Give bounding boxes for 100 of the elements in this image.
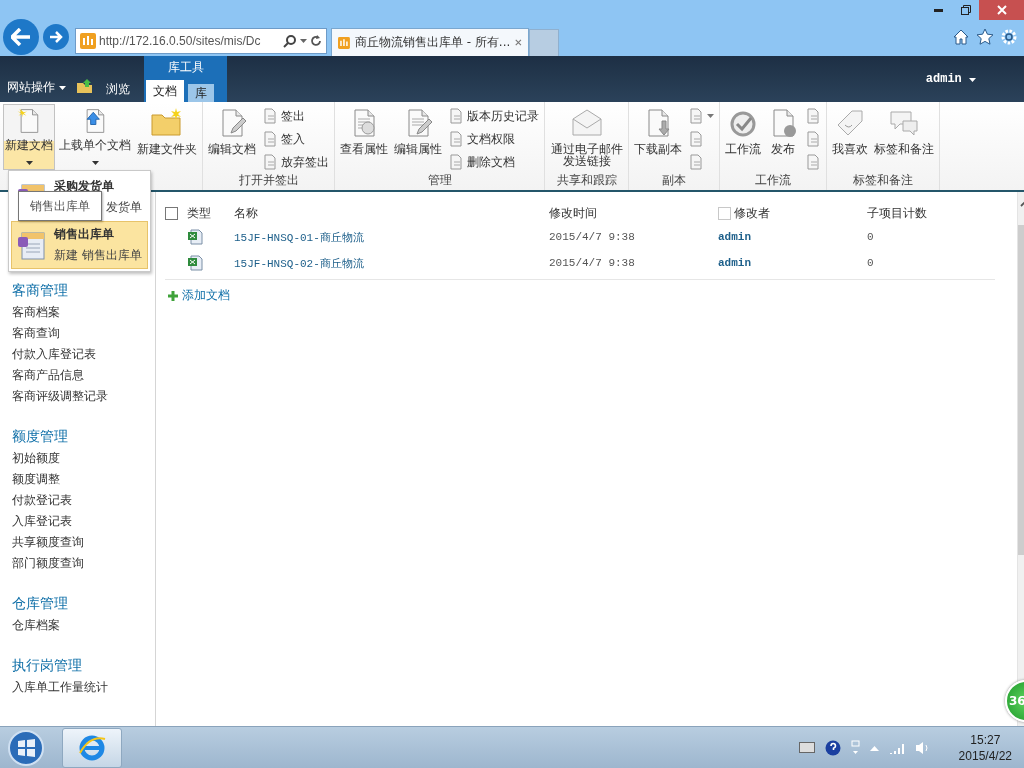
nav-link[interactable]: 入库登记表	[12, 513, 155, 534]
home-icon[interactable]	[952, 28, 970, 46]
document-icon	[448, 108, 464, 124]
nav-link[interactable]: 付款登记表	[12, 492, 155, 513]
column-checkbox[interactable]	[718, 206, 731, 220]
document-link[interactable]: 15JF-HNSQ-01-商丘物流	[234, 229, 364, 245]
caret-icon	[59, 85, 66, 90]
back-button[interactable]	[3, 19, 39, 55]
add-document-link[interactable]: 添加文档	[168, 287, 230, 304]
user-menu[interactable]: admin	[925, 72, 976, 86]
caret-icon	[91, 161, 99, 165]
keyboard-icon[interactable]	[798, 742, 815, 753]
group-label: 打开并签出	[237, 172, 300, 190]
table-cell: 2015/4/7 9:38	[549, 231, 635, 243]
ribbon-button[interactable]: 签入	[260, 129, 331, 149]
select-all-checkbox[interactable]	[165, 206, 178, 220]
nav-link[interactable]: 客商档案	[12, 304, 155, 325]
help-icon[interactable]	[824, 739, 841, 756]
user-link[interactable]: admin	[718, 257, 751, 269]
caret-icon	[300, 39, 307, 43]
column-header[interactable]: 类型	[187, 202, 234, 224]
document-icon	[805, 154, 822, 170]
ribbon-button[interactable]: 签出	[260, 106, 331, 126]
form-icon	[16, 229, 48, 261]
settings-icon[interactable]	[1000, 28, 1018, 46]
ribbon-tab[interactable]: 浏览	[106, 81, 130, 102]
ribbon-button[interactable]: 新建文档	[3, 104, 55, 170]
minimize-icon	[934, 8, 943, 12]
ribbon-button[interactable]: 查看属性	[338, 104, 390, 170]
document-icon	[262, 108, 278, 124]
ribbon-button[interactable]: 发布	[765, 104, 802, 170]
column-header[interactable]: 子项目计数	[867, 202, 1017, 224]
ribbon-button[interactable]: 编辑属性	[392, 104, 444, 170]
nav-link[interactable]: 额度调整	[12, 471, 155, 492]
column-header[interactable]: 修改时间	[549, 202, 718, 224]
nav-link[interactable]: 客商评级调整记录	[12, 388, 155, 409]
ribbon-button[interactable]: 下载副本	[632, 104, 685, 170]
taskbar-browser-button[interactable]	[62, 727, 122, 768]
site-actions-menu[interactable]: 网站操作	[0, 79, 66, 102]
document-icon	[262, 131, 278, 147]
ribbon-tab[interactable]: 库	[188, 84, 214, 102]
close-icon[interactable]	[515, 38, 522, 47]
caret-icon	[969, 78, 976, 82]
site-icon	[80, 33, 96, 49]
ribbon-button[interactable]: 放弃签出	[260, 152, 331, 172]
ribbon-button[interactable]: 标签和备注	[872, 104, 937, 170]
document-icon	[688, 154, 705, 170]
restore-icon	[960, 5, 971, 15]
ribbon-tab[interactable]: 文档	[146, 80, 184, 102]
nav-link[interactable]: 共享额度查询	[12, 534, 155, 555]
nav-link[interactable]: 部门额度查询	[12, 555, 155, 576]
signal-icon[interactable]	[888, 741, 905, 754]
document-icon	[688, 108, 705, 124]
start-button[interactable]	[6, 727, 46, 768]
ribbon-button[interactable]: 文档权限	[446, 129, 541, 149]
column-header[interactable]: 修改者	[718, 202, 867, 224]
ribbon-button[interactable]: 编辑文档	[206, 104, 258, 170]
document-link[interactable]: 15JF-HNSQ-02-商丘物流	[234, 255, 364, 271]
spreadsheet-file-icon	[187, 255, 203, 271]
ribbon-button[interactable]: 上载单个文档	[57, 104, 133, 170]
ribbon-button[interactable]: 版本历史记录	[446, 106, 541, 126]
column-header[interactable]: 名称	[234, 202, 549, 224]
document-icon	[448, 131, 464, 147]
close-button[interactable]	[979, 0, 1024, 20]
context-group-label: 库工具	[144, 56, 227, 78]
browser-tab[interactable]: 商丘物流销售出库单 - 所有...	[331, 28, 529, 56]
nav-link[interactable]: 付款入库登记表	[12, 346, 155, 367]
caret-icon	[707, 114, 715, 118]
folder-icon	[150, 107, 184, 139]
speaker-icon[interactable]	[914, 740, 931, 755]
document-icon	[805, 131, 822, 147]
nav-link[interactable]: 仓库档案	[12, 617, 155, 638]
nav-heading[interactable]: 额度管理	[12, 428, 155, 450]
nav-link[interactable]: 客商产品信息	[12, 367, 155, 388]
nav-heading[interactable]: 客商管理	[12, 282, 155, 304]
ribbon-button[interactable]: 删除文档	[446, 152, 541, 172]
table-cell: 0	[867, 231, 874, 243]
search-icon	[283, 34, 297, 48]
forward-button[interactable]	[43, 24, 69, 50]
star-icon[interactable]	[976, 28, 994, 46]
folder-up-icon[interactable]	[76, 78, 94, 94]
address-bar[interactable]: http://172.16.0.50/sites/mis/Dc	[75, 28, 327, 54]
clock[interactable]: 15:27 2015/4/22	[958, 731, 1012, 764]
document-icon	[688, 131, 705, 147]
table-cell: 0	[867, 257, 874, 269]
nav-link[interactable]: 入库单工作量统计	[12, 679, 155, 700]
ribbon-button[interactable]: 新建文件夹	[135, 104, 199, 170]
nav-heading[interactable]: 仓库管理	[12, 595, 155, 617]
ribbon-button[interactable]: 工作流	[723, 104, 764, 170]
nav-heading[interactable]: 执行岗管理	[12, 657, 155, 679]
nav-link[interactable]: 初始额度	[12, 450, 155, 471]
tooltip: 销售出库单	[18, 191, 102, 221]
user-link[interactable]: admin	[718, 231, 751, 243]
group-label: 管理	[426, 172, 453, 190]
nav-link[interactable]: 客商查询	[12, 325, 155, 346]
group-label: 工作流	[754, 172, 793, 190]
window-switch-icon[interactable]	[850, 739, 860, 756]
menu-item[interactable]: 销售出库单 新建 销售出库单	[11, 221, 148, 269]
ribbon-button[interactable]: 我喜欢	[830, 104, 871, 170]
ribbon-button[interactable]: 通过电子邮件发送链接	[548, 104, 626, 170]
